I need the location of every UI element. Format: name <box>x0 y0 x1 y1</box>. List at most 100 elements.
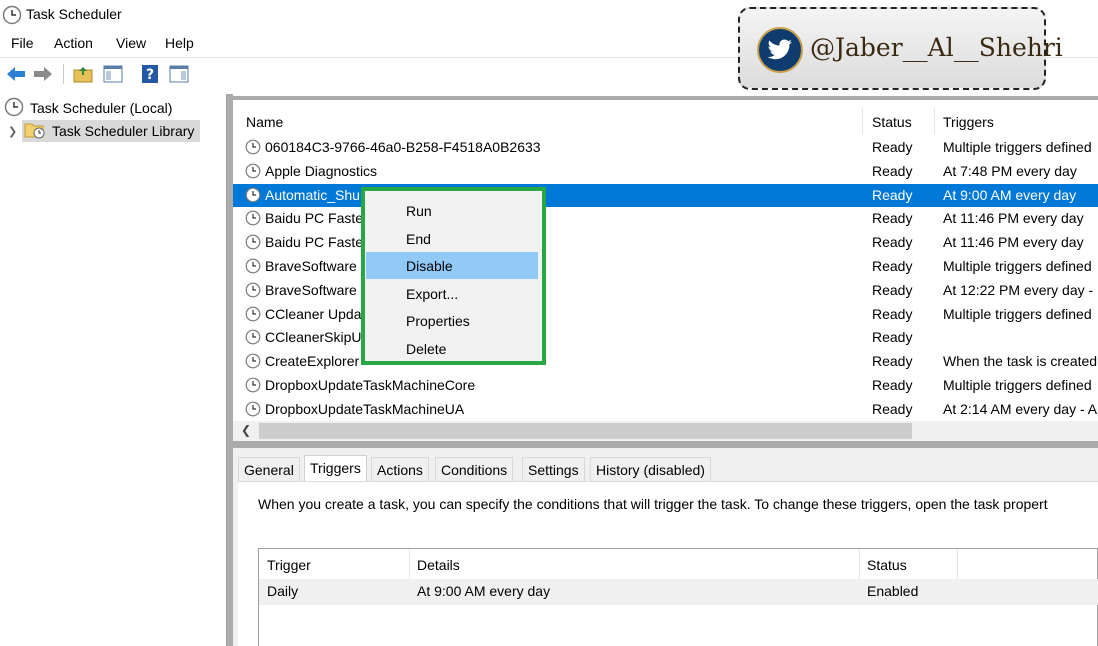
up-folder-icon[interactable] <box>71 62 95 86</box>
table-row[interactable]: DropboxUpdateTaskMachineUA Ready At 2:14 A… <box>233 398 1098 422</box>
triggers-table: Trigger Details Status Daily At 9:00 AM … <box>258 548 1098 646</box>
column-divider[interactable] <box>862 108 863 134</box>
show-hide-console-tree-icon[interactable] <box>101 62 125 86</box>
column-header-trigger[interactable]: Trigger <box>267 557 311 573</box>
task-triggers: Multiple triggers defined <box>943 305 1092 322</box>
horizontal-scrollbar[interactable]: ❮ <box>233 421 1098 441</box>
menu-item-label: Disable <box>406 258 453 274</box>
table-row[interactable]: DropboxUpdateTaskMachineCore Ready Multipl… <box>233 374 1098 398</box>
menu-help[interactable]: Help <box>165 35 194 51</box>
task-name: Automatic_Shu <box>265 186 360 203</box>
task-status: Ready <box>872 186 913 203</box>
tab-settings[interactable]: Settings <box>522 457 585 481</box>
task-clock-icon <box>245 353 261 372</box>
task-triggers: When the task is created <box>943 353 1098 370</box>
task-name: Apple Diagnostics <box>265 162 378 179</box>
column-divider[interactable] <box>934 108 935 134</box>
task-name: Baidu PC Faste <box>265 234 364 251</box>
menu-file[interactable]: File <box>11 35 34 51</box>
column-header-triggers[interactable]: Triggers <box>943 114 994 130</box>
task-clock-icon <box>245 234 261 253</box>
scroll-left-arrow-icon[interactable]: ❮ <box>241 423 251 437</box>
menu-item-label: End <box>406 231 431 247</box>
context-menu-disable[interactable]: Disable <box>366 252 538 279</box>
triggers-description: When you create a task, you can specify … <box>258 496 1048 512</box>
column-header-status[interactable]: Status <box>872 114 912 130</box>
task-clock-icon <box>245 282 261 301</box>
window-title: Task Scheduler <box>26 6 122 22</box>
context-menu-run[interactable]: Run <box>366 197 538 224</box>
menu-item-label: Delete <box>406 341 447 357</box>
pane-splitter-horizontal[interactable] <box>233 441 1098 448</box>
back-arrow-icon[interactable] <box>4 62 28 86</box>
tab-history[interactable]: History (disabled) <box>590 457 711 481</box>
context-menu: Run End Disable Export... Properties Del… <box>361 187 546 365</box>
task-name: 060184C3-9766-46a0-B258-F4518A0B2633 <box>265 139 541 155</box>
task-status: Ready <box>872 305 913 322</box>
svg-text:?: ? <box>146 67 154 83</box>
tree-node-library[interactable]: ❯ Task Scheduler Library <box>8 120 201 142</box>
task-name: Baidu PC Faste <box>265 210 364 227</box>
task-status: Ready <box>872 281 913 298</box>
menu-item-label: Properties <box>406 313 470 329</box>
task-status: Ready <box>872 162 913 179</box>
forward-arrow-icon[interactable] <box>31 62 55 86</box>
context-menu-export[interactable]: Export... <box>366 280 538 307</box>
tab-general[interactable]: General <box>238 457 300 481</box>
context-menu-delete[interactable]: Delete <box>366 335 538 362</box>
task-clock-icon <box>245 139 261 158</box>
column-header-status[interactable]: Status <box>867 557 907 573</box>
task-status: Ready <box>872 353 913 370</box>
tab-conditions[interactable]: Conditions <box>435 457 514 481</box>
task-triggers: At 7:48 PM every day <box>943 162 1077 179</box>
trigger-status: Enabled <box>867 583 919 599</box>
context-menu-properties[interactable]: Properties <box>366 307 538 334</box>
chevron-right-icon[interactable]: ❯ <box>8 125 22 138</box>
task-triggers: Multiple triggers defined <box>943 257 1092 274</box>
task-clock-icon <box>245 210 261 229</box>
context-menu-end[interactable]: End <box>366 225 538 252</box>
column-divider[interactable] <box>957 549 958 579</box>
task-clock-icon <box>245 258 261 277</box>
column-header-name[interactable]: Name <box>246 114 283 130</box>
task-triggers: At 12:22 PM every day - <box>943 281 1094 298</box>
tab-actions[interactable]: Actions <box>371 457 429 481</box>
table-row[interactable]: 060184C3-9766-46a0-B258-F4518A0B2633 Read… <box>233 136 1098 160</box>
triggers-table-header: Trigger Details Status <box>259 549 1098 579</box>
task-clock-icon <box>245 377 261 396</box>
task-status: Ready <box>872 329 913 346</box>
trigger-details: At 9:00 AM every day <box>417 583 551 599</box>
tree-node-local[interactable]: Task Scheduler (Local) <box>4 97 173 120</box>
clock-icon <box>4 97 24 120</box>
task-name: BraveSoftware <box>265 257 357 274</box>
task-triggers: Multiple triggers defined <box>943 139 1092 155</box>
task-list-header: Name Status Triggers <box>233 108 1098 134</box>
task-name: CCleaner Upda <box>265 305 362 322</box>
tree-node-library-selected[interactable]: Task Scheduler Library <box>22 120 201 142</box>
tree-node-label: Task Scheduler Library <box>52 123 195 139</box>
menu-view[interactable]: View <box>116 35 146 51</box>
scrollbar-thumb[interactable] <box>259 423 912 439</box>
task-name: CreateExplorer <box>265 353 360 370</box>
task-status: Ready <box>872 139 913 155</box>
column-header-details[interactable]: Details <box>417 557 460 573</box>
column-divider[interactable] <box>409 549 410 579</box>
task-name: DropboxUpdateTaskMachineCore <box>265 376 476 393</box>
show-hide-action-pane-icon[interactable] <box>167 62 191 86</box>
twitter-watermark: @Jaber__Al__Shehri <box>738 7 1063 90</box>
task-details-pane: General Triggers Actions Conditions Sett… <box>233 448 1098 646</box>
column-divider[interactable] <box>859 549 860 579</box>
folder-clock-icon <box>24 121 46 142</box>
task-status: Ready <box>872 376 913 393</box>
help-icon[interactable]: ? <box>138 62 162 86</box>
menu-action[interactable]: Action <box>54 35 93 51</box>
table-row[interactable]: Apple Diagnostics Ready At 7:48 PM every d… <box>233 160 1098 184</box>
table-row[interactable]: Daily At 9:00 AM every day Enabled <box>259 579 1098 605</box>
task-clock-icon <box>245 163 261 182</box>
tree-node-label: Task Scheduler (Local) <box>30 100 173 116</box>
toolbar-separator <box>63 64 64 84</box>
task-clock-icon <box>245 187 261 206</box>
twitter-bird-icon <box>757 27 803 73</box>
tab-triggers[interactable]: Triggers <box>304 455 367 482</box>
clock-icon <box>2 5 22 28</box>
